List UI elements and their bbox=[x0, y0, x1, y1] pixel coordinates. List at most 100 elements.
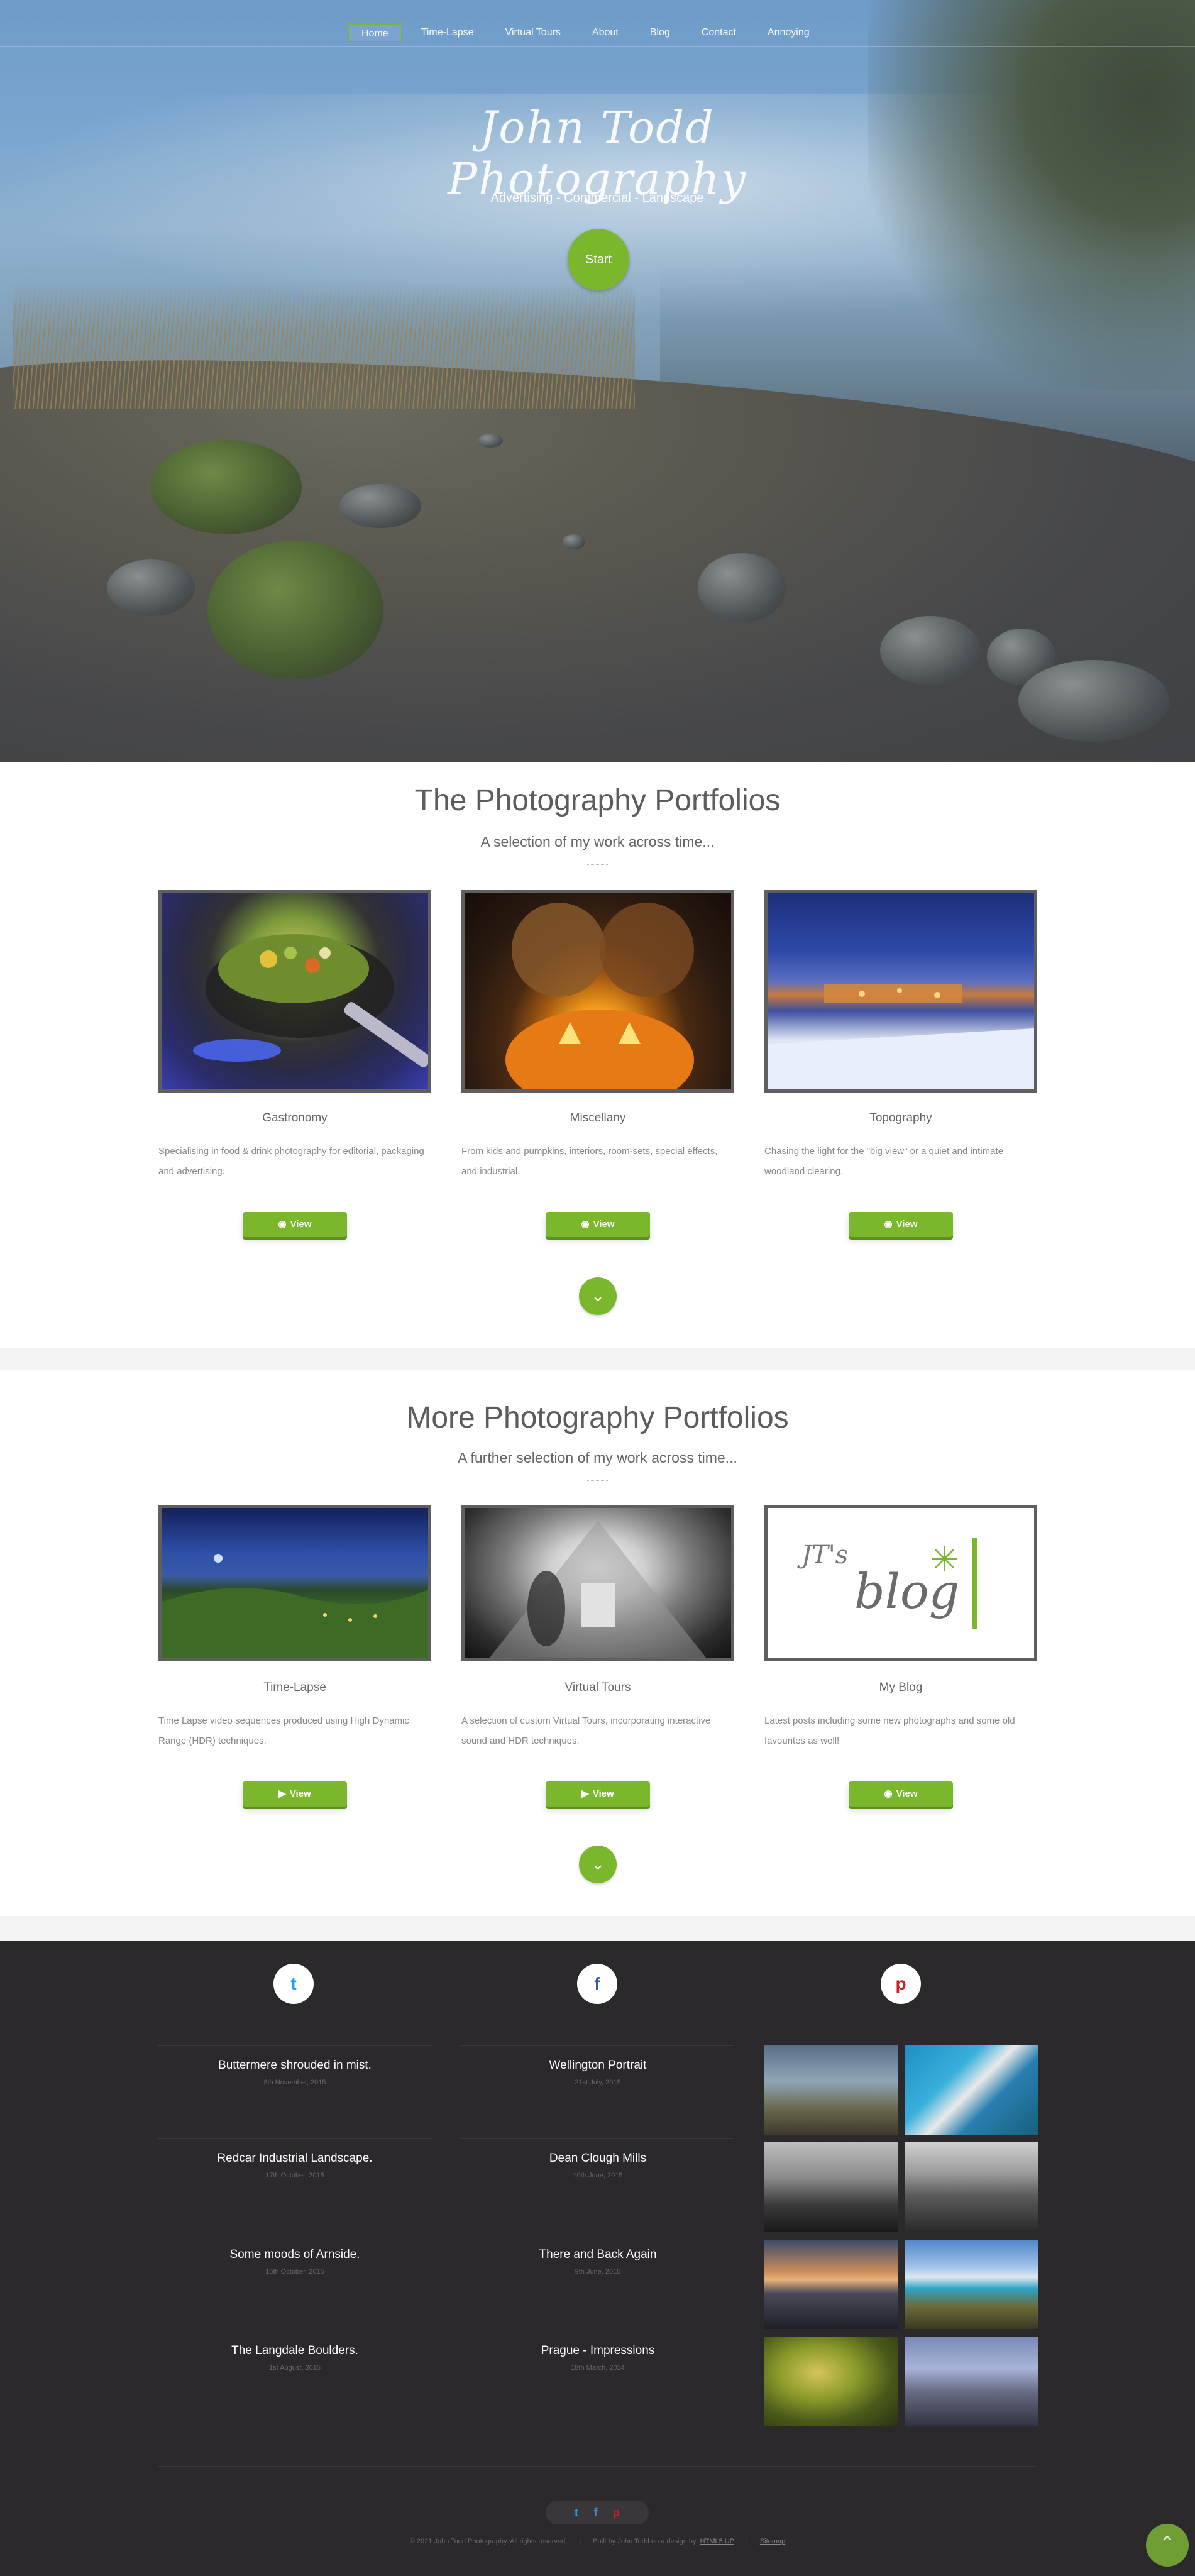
copyright-line: © 2021 John Todd Photography. All rights… bbox=[0, 2538, 1195, 2545]
copyright-text: © 2021 John Todd Photography. All rights… bbox=[409, 2538, 568, 2545]
hero-banner: Home Time-Lapse Virtual Tours About Blog… bbox=[0, 0, 1195, 762]
post-title: Buttermere shrouded in mist. bbox=[218, 2059, 372, 2072]
hero-rock bbox=[880, 616, 981, 685]
hero-reeds bbox=[13, 283, 635, 409]
html5up-link[interactable]: HTML5 UP bbox=[700, 2538, 734, 2545]
scroll-down-button[interactable]: ⌄ bbox=[579, 1277, 617, 1315]
pinterest-icon[interactable]: p bbox=[881, 1964, 921, 2004]
portfolios-section: The Photography Portfolios A selection o… bbox=[0, 762, 1195, 1348]
separator: | bbox=[579, 2538, 581, 2545]
view-label: View bbox=[289, 1788, 311, 1799]
post-title: Some moods of Arnside. bbox=[229, 2248, 360, 2261]
post-title: Wellington Portrait bbox=[549, 2059, 647, 2072]
section-title: More Photography Portfolios bbox=[406, 1401, 789, 1434]
nav-item-annoying[interactable]: Annoying bbox=[755, 23, 822, 42]
nav-item-home[interactable]: Home bbox=[348, 23, 402, 42]
view-gastronomy-button[interactable]: ◉ View bbox=[243, 1212, 347, 1237]
portfolio-image-virtual-tours[interactable] bbox=[461, 1505, 734, 1661]
nav-item-about[interactable]: About bbox=[580, 23, 631, 42]
portfolio-name: Gastronomy bbox=[262, 1111, 328, 1125]
facebook-icon[interactable]: f bbox=[594, 2501, 598, 2524]
view-virtual-tours-button[interactable]: ▶ View bbox=[546, 1781, 650, 1807]
scroll-down-button[interactable]: ⌄ bbox=[579, 1846, 617, 1883]
gallery-thumbnail[interactable] bbox=[905, 2337, 1038, 2426]
nav-item-contact[interactable]: Contact bbox=[689, 23, 749, 42]
tweet-item[interactable]: Redcar Industrial Landscape. 17th Octobe… bbox=[158, 2138, 431, 2226]
post-date: 1st August, 2015 bbox=[269, 2364, 321, 2372]
sitemap-link[interactable]: Sitemap bbox=[760, 2538, 785, 2545]
blog-logo-script: JT's bbox=[801, 1541, 849, 1570]
footer-divider bbox=[158, 2466, 1037, 2467]
portfolio-description: From kids and pumpkins, interiors, room-… bbox=[461, 1146, 718, 1177]
video-icon: ▶ bbox=[278, 1788, 286, 1799]
camera-icon: ◉ bbox=[884, 1788, 893, 1799]
view-blog-button[interactable]: ◉ View bbox=[849, 1781, 953, 1807]
gallery-thumbnail[interactable] bbox=[764, 2337, 898, 2426]
hero-rock bbox=[1018, 660, 1169, 742]
built-by-text: Built by John Todd on a design by: bbox=[593, 2538, 698, 2545]
gallery-thumbnail[interactable] bbox=[905, 2045, 1038, 2135]
pinterest-icon[interactable]: p bbox=[613, 2501, 620, 2524]
blog-logo-bar bbox=[972, 1538, 977, 1629]
post-item[interactable]: There and Back Again 9th June, 2015 bbox=[461, 2235, 734, 2323]
nav-item-time-lapse[interactable]: Time-Lapse bbox=[409, 23, 487, 42]
view-label: View bbox=[896, 1219, 918, 1230]
gallery-thumbnail[interactable] bbox=[764, 2142, 898, 2232]
star-icon: ✳ bbox=[930, 1539, 959, 1579]
twitter-icon[interactable]: t bbox=[575, 2501, 578, 2524]
camera-icon: ◉ bbox=[278, 1219, 287, 1230]
view-label: View bbox=[593, 1219, 615, 1230]
portfolio-name: Topography bbox=[869, 1111, 932, 1125]
post-item[interactable]: Dean Clough Mills 10th June, 2015 bbox=[461, 2138, 734, 2226]
view-label: View bbox=[896, 1788, 918, 1799]
back-to-top-button[interactable]: ⌃ bbox=[1146, 2524, 1189, 2567]
gallery-thumbnail[interactable] bbox=[905, 2142, 1038, 2232]
post-title: The Langdale Boulders. bbox=[231, 2344, 358, 2357]
section-divider bbox=[585, 864, 610, 865]
portfolio-image-time-lapse[interactable] bbox=[158, 1505, 431, 1661]
portfolio-description: Chasing the light for the "big view" or … bbox=[764, 1146, 1004, 1177]
twitter-icon[interactable]: t bbox=[273, 1964, 314, 2004]
camera-icon: ◉ bbox=[884, 1219, 893, 1230]
portfolio-name: Miscellany bbox=[570, 1111, 626, 1125]
view-topography-button[interactable]: ◉ View bbox=[849, 1212, 953, 1237]
portfolio-image-topography[interactable] bbox=[764, 890, 1037, 1093]
tweet-item[interactable]: Some moods of Arnside. 15th October, 201… bbox=[158, 2235, 431, 2323]
tweet-item[interactable]: The Langdale Boulders. 1st August, 2015 bbox=[158, 2331, 431, 2419]
nav-item-virtual-tours[interactable]: Virtual Tours bbox=[493, 23, 573, 42]
post-title: There and Back Again bbox=[539, 2248, 657, 2261]
facebook-icon[interactable]: f bbox=[577, 1964, 617, 2004]
view-miscellany-button[interactable]: ◉ View bbox=[546, 1212, 650, 1237]
title-divider bbox=[415, 172, 779, 175]
portfolio-image-blog[interactable]: JT's blog ✳ bbox=[764, 1505, 1037, 1661]
section-subtitle: A further selection of my work across ti… bbox=[458, 1450, 737, 1466]
view-label: View bbox=[592, 1788, 614, 1799]
nav-item-blog[interactable]: Blog bbox=[637, 23, 683, 42]
portfolio-description: Specialising in food & drink photography… bbox=[158, 1146, 424, 1177]
portfolio-description: A selection of custom Virtual Tours, inc… bbox=[461, 1715, 711, 1746]
portfolio-description: Time Lapse video sequences produced usin… bbox=[158, 1715, 409, 1746]
site-title: John Todd Photography bbox=[447, 102, 747, 205]
hero-rock bbox=[478, 434, 503, 448]
portfolio-image-miscellany[interactable] bbox=[461, 890, 734, 1093]
section-subtitle: A selection of my work across time... bbox=[480, 834, 715, 850]
portfolio-name: Time-Lapse bbox=[263, 1681, 326, 1694]
post-date: 9th June, 2015 bbox=[575, 2268, 621, 2276]
chevron-down-icon: ⌄ bbox=[591, 1286, 605, 1305]
start-button[interactable]: Start bbox=[568, 229, 629, 290]
post-date: 8th November, 2015 bbox=[263, 2079, 326, 2086]
gallery-thumbnail[interactable] bbox=[905, 2240, 1038, 2329]
post-title: Dean Clough Mills bbox=[549, 2152, 647, 2165]
tweet-item[interactable]: Buttermere shrouded in mist. 8th Novembe… bbox=[158, 2045, 431, 2133]
gallery-thumbnail[interactable] bbox=[764, 2045, 898, 2135]
portfolio-name: Virtual Tours bbox=[564, 1681, 631, 1694]
post-item[interactable]: Prague - Impressions 18th March, 2014 bbox=[461, 2331, 734, 2419]
view-time-lapse-button[interactable]: ▶ View bbox=[243, 1781, 347, 1807]
post-date: 21st July, 2015 bbox=[575, 2079, 621, 2086]
section-divider bbox=[585, 1480, 610, 1481]
section-title: The Photography Portfolios bbox=[414, 784, 781, 817]
portfolio-image-gastronomy[interactable] bbox=[158, 890, 431, 1093]
gallery-thumbnail[interactable] bbox=[764, 2240, 898, 2329]
chevron-up-icon: ⌃ bbox=[1159, 2533, 1176, 2554]
post-item[interactable]: Wellington Portrait 21st July, 2015 bbox=[461, 2045, 734, 2133]
